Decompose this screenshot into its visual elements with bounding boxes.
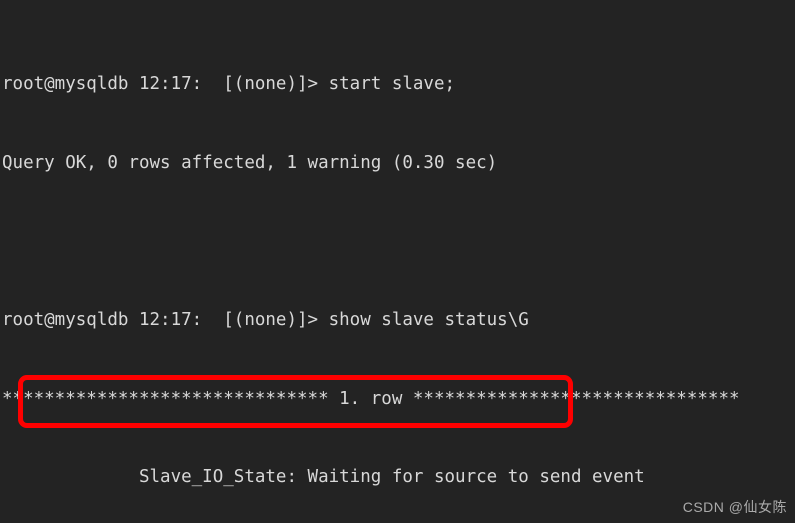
terminal-field-slave-io-state: Slave_IO_State: Waiting for source to se… bbox=[2, 467, 645, 488]
terminal-line: root@mysqldb 12:17: [(none)]> start slav… bbox=[2, 74, 456, 95]
terminal-screenshot: root@mysqldb 12:17: [(none)]> start slav… bbox=[0, 0, 795, 523]
terminal-row-header: ******************************* 1. row *… bbox=[2, 388, 740, 409]
terminal-line: root@mysqldb 12:17: [(none)]> show slave… bbox=[2, 310, 529, 331]
terminal-output[interactable]: root@mysqldb 12:17: [(none)]> start slav… bbox=[0, 0, 795, 523]
csdn-watermark: CSDN @仙女陈 bbox=[682, 499, 787, 515]
terminal-line: Query OK, 0 rows affected, 1 warning (0.… bbox=[2, 153, 498, 173]
